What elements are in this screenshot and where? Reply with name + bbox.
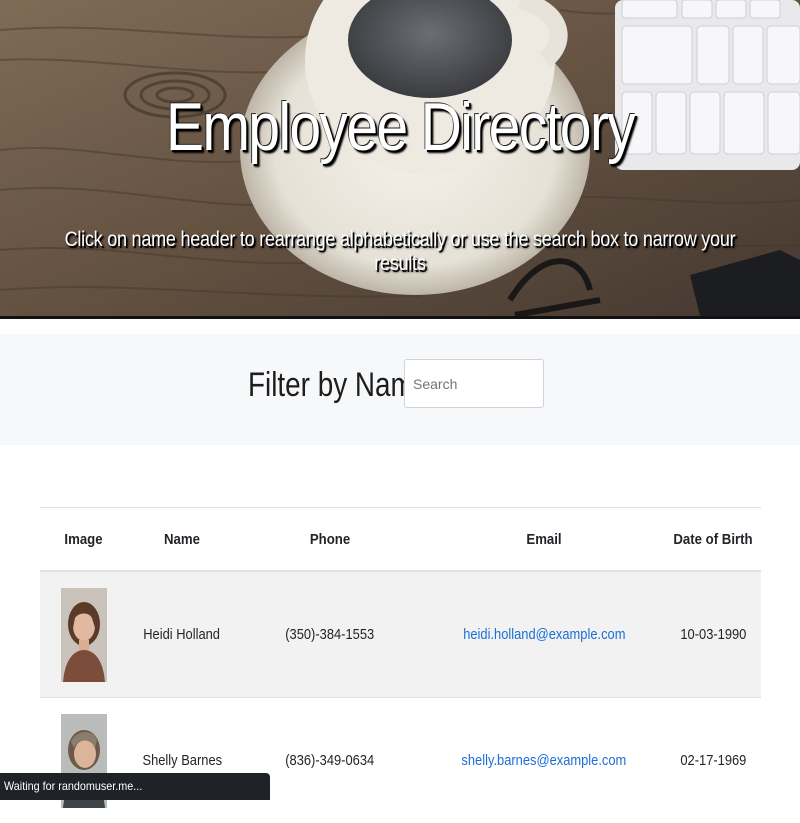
employee-dob: 02-17-1969: [680, 752, 746, 769]
image-cell: [40, 571, 127, 698]
employee-phone: (350)-384-1553: [286, 626, 375, 643]
employee-email-link[interactable]: shelly.barnes@example.com: [462, 752, 627, 769]
employee-photo: [61, 588, 107, 682]
employee-name: Shelly Barnes: [142, 752, 222, 769]
employee-phone: (836)-349-0634: [286, 752, 375, 769]
page-title: Employee Directory: [64, 88, 736, 166]
header-dob: Date of Birth: [671, 508, 755, 572]
search-input[interactable]: [404, 359, 544, 408]
header-name-sort[interactable]: Name: [134, 508, 231, 572]
page-subtitle: Click on name header to rearrange alphab…: [56, 228, 744, 276]
hero-banner: Employee Directory Click on name header …: [0, 0, 800, 319]
browser-status-bar: Waiting for randomuser.me...: [0, 773, 270, 800]
header-phone: Phone: [248, 508, 412, 572]
employee-dob: 10-03-1990: [680, 626, 746, 643]
status-text: Waiting for randomuser.me...: [4, 773, 142, 800]
employee-email-link[interactable]: heidi.holland@example.com: [463, 626, 625, 643]
header-email: Email: [438, 508, 651, 572]
header-image: Image: [45, 508, 122, 572]
table-row: Heidi Holland (350)-384-1553 heidi.holla…: [40, 571, 761, 698]
table-header: Image Name Phone Email Date of Birth: [40, 508, 761, 572]
table-row: Shelly Barnes (836)-349-0634 shelly.barn…: [40, 698, 761, 823]
employee-name: Heidi Holland: [144, 626, 221, 643]
image-cell: [40, 698, 127, 823]
